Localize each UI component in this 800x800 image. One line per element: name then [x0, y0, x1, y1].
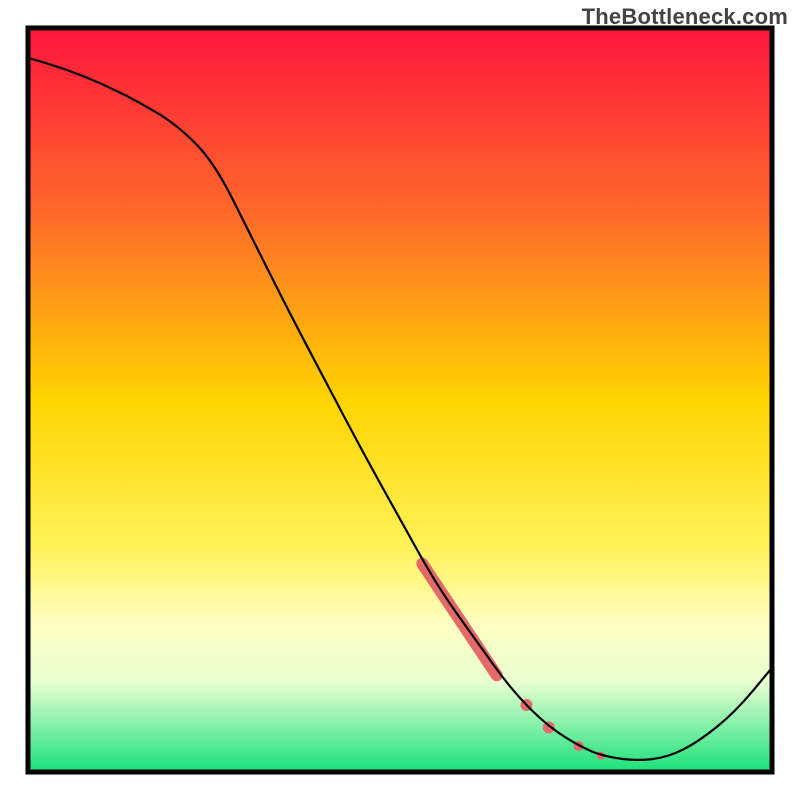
- bottleneck-chart: [0, 0, 800, 800]
- gradient-background: [28, 28, 772, 772]
- chart-container: TheBottleneck.com: [0, 0, 800, 800]
- watermark-text: TheBottleneck.com: [582, 4, 788, 30]
